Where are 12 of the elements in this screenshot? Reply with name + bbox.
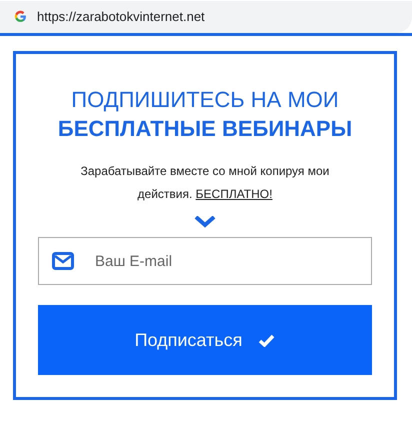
description-text: Зарабатывайте вместе со мной копируя мои действия. БЕСПЛАТНО! (80, 163, 330, 203)
free-link[interactable]: БЕСПЛАТНО! (196, 187, 272, 201)
email-field[interactable]: Ваш E-mail (38, 237, 372, 285)
url-text: https://zarabotokvinternet.net (37, 9, 205, 24)
checkmark-icon (258, 334, 276, 346)
address-bar[interactable]: https://zarabotokvinternet.net (0, 0, 412, 32)
form-title: БЕСПЛАТНЫЕ ВЕБИНАРЫ (58, 115, 352, 143)
mail-icon (52, 252, 74, 270)
google-icon (14, 10, 27, 23)
subscribe-button[interactable]: Подписаться (38, 305, 372, 375)
form-title: ПОДПИШИТЕСЬ НА МОИ (71, 86, 339, 114)
chevron-down-icon (194, 216, 216, 228)
